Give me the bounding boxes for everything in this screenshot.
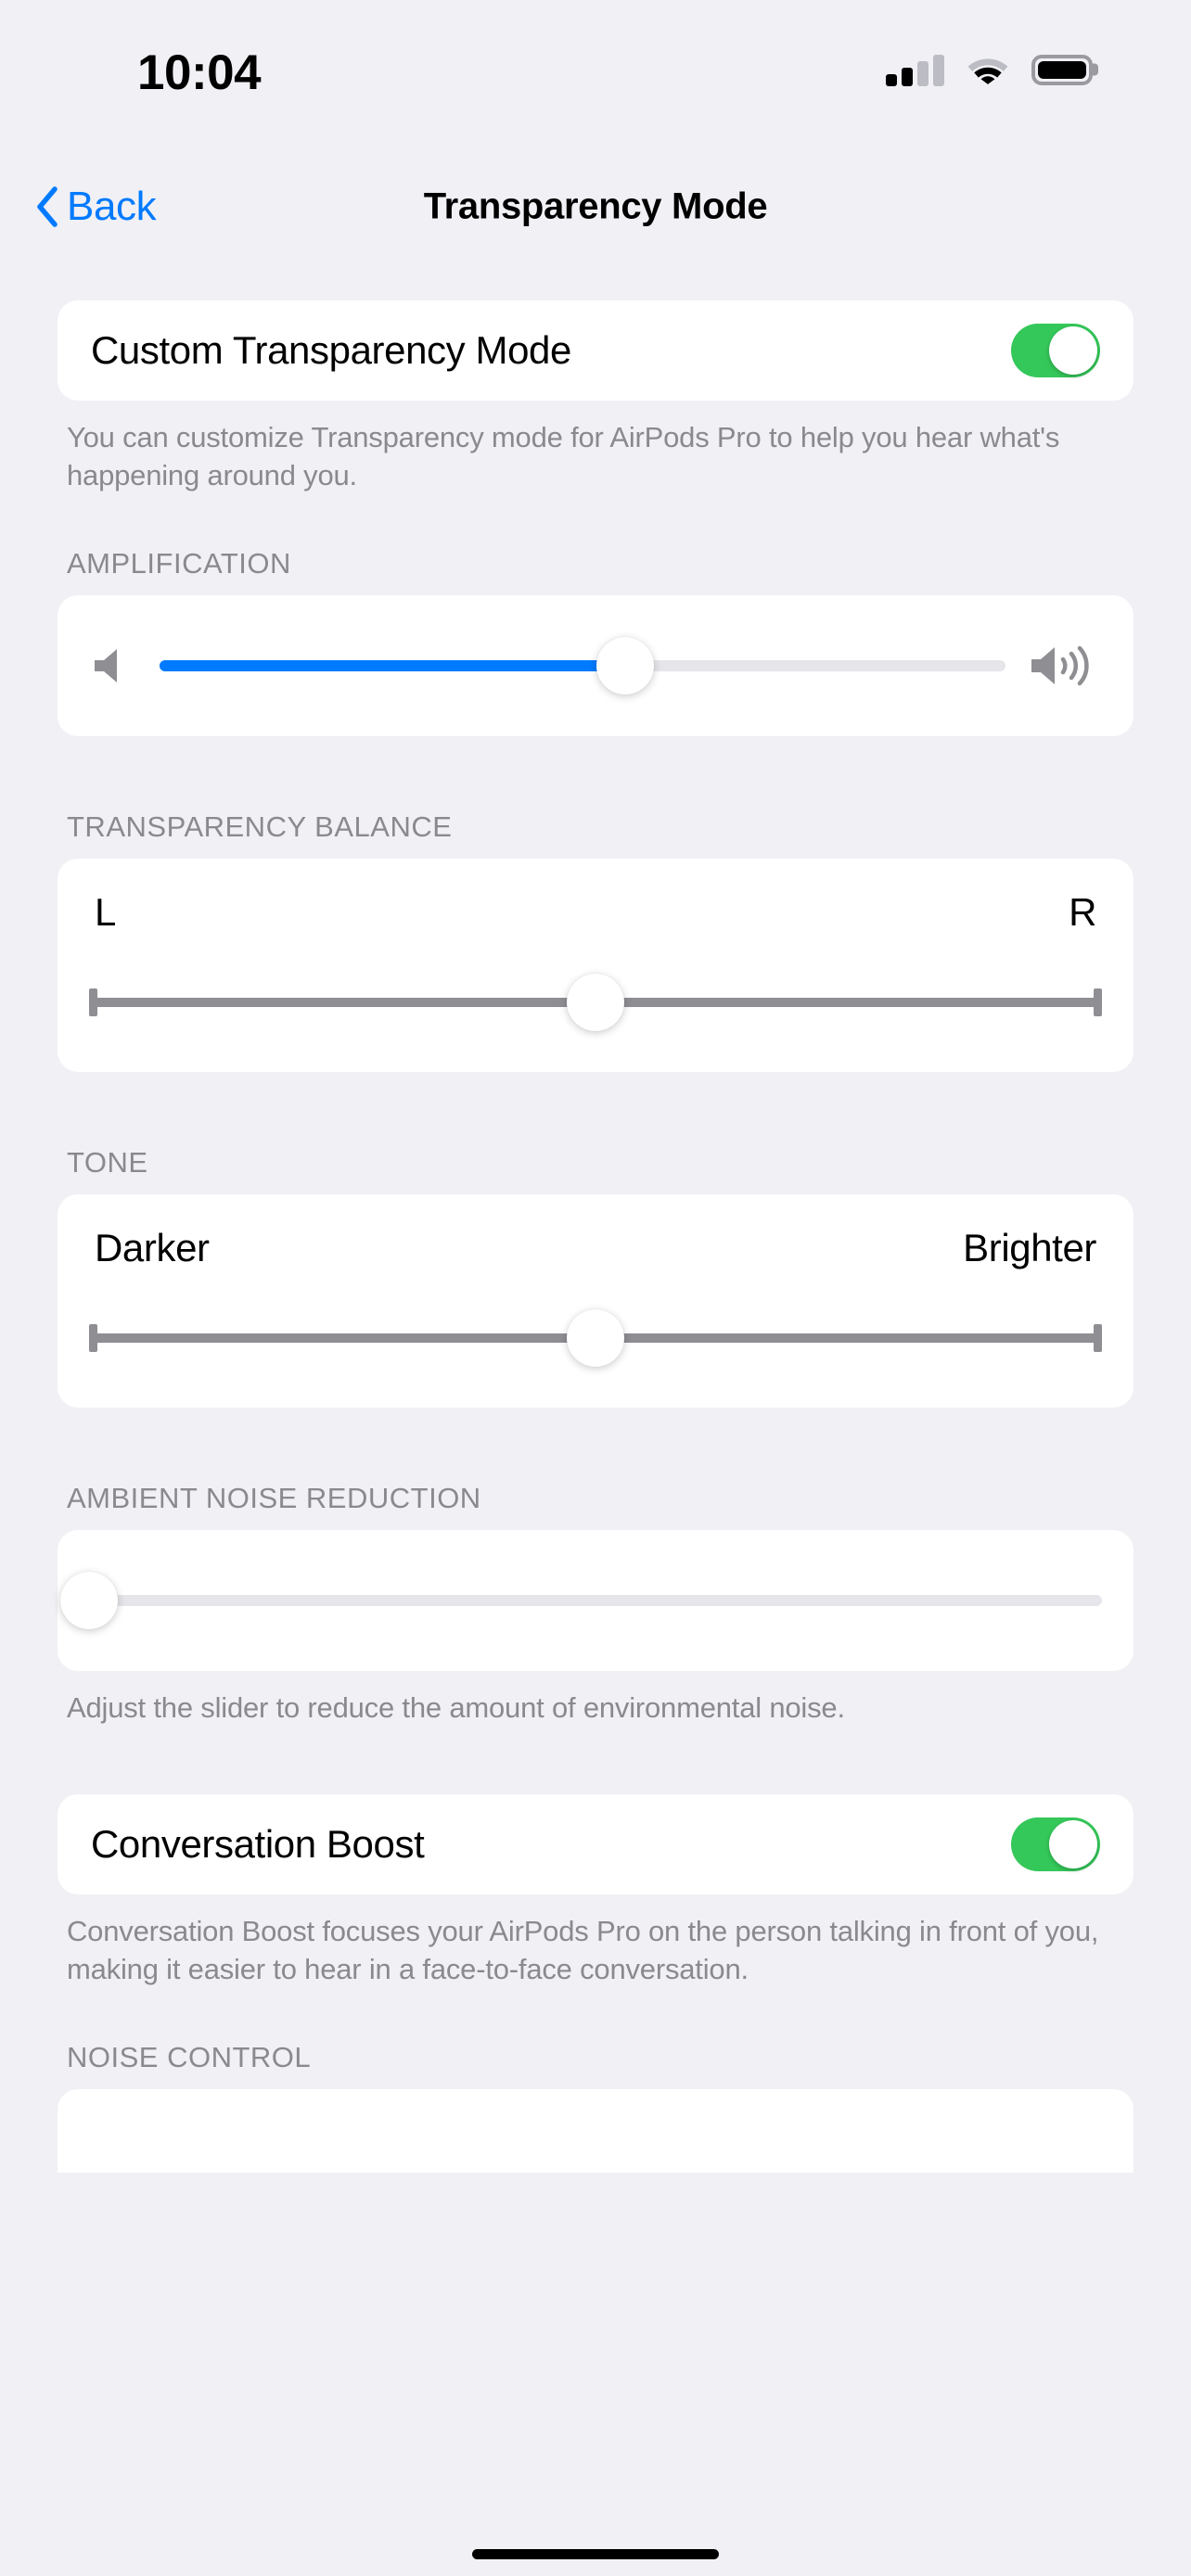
tone-card: Darker Brighter bbox=[58, 1193, 1133, 1408]
slider-thumb[interactable] bbox=[596, 636, 654, 695]
amplification-slider[interactable] bbox=[160, 636, 1005, 695]
toggle-knob bbox=[1049, 326, 1097, 375]
noise-control-header: NOISE CONTROL bbox=[67, 2040, 312, 2073]
slider-end-cap-right bbox=[1094, 988, 1102, 1016]
conversation-boost-toggle[interactable] bbox=[1011, 1817, 1100, 1871]
row-custom-transparency-mode[interactable]: Custom Transparency Mode bbox=[58, 300, 1133, 401]
navigation-bar: Back Transparency Mode bbox=[0, 156, 1191, 258]
transparency-balance-card: L R bbox=[58, 858, 1133, 1072]
speaker-high-icon bbox=[1031, 645, 1089, 686]
row-conversation-boost[interactable]: Conversation Boost bbox=[58, 1794, 1133, 1894]
transparency-balance-header: TRANSPARENCY BALANCE bbox=[67, 810, 453, 843]
balance-label-left: L bbox=[95, 889, 116, 934]
amplification-header: AMPLIFICATION bbox=[67, 546, 291, 580]
custom-transparency-mode-toggle[interactable] bbox=[1011, 324, 1100, 377]
home-indicator[interactable] bbox=[472, 2549, 719, 2559]
tone-label-right: Brighter bbox=[963, 1225, 1096, 1269]
slider-track bbox=[89, 1594, 1102, 1606]
status-bar-time: 10:04 bbox=[137, 45, 262, 100]
custom-transparency-mode-label: Custom Transparency Mode bbox=[91, 328, 571, 372]
conversation-boost-label: Conversation Boost bbox=[91, 1821, 425, 1866]
balance-label-right: R bbox=[1069, 889, 1096, 934]
slider-end-cap-right bbox=[1094, 1323, 1102, 1352]
transparency-balance-slider[interactable] bbox=[89, 973, 1102, 1031]
ambient-noise-reduction-slider[interactable] bbox=[60, 1571, 1102, 1629]
custom-transparency-card: Custom Transparency Mode bbox=[58, 300, 1133, 401]
toggle-knob bbox=[1049, 1819, 1097, 1868]
status-bar-indicators bbox=[886, 48, 1098, 91]
ambient-noise-reduction-footnote: Adjust the slider to reduce the amount o… bbox=[67, 1690, 845, 1724]
slider-thumb[interactable] bbox=[60, 1571, 118, 1629]
settings-content: Custom Transparency Mode You can customi… bbox=[0, 258, 1191, 2173]
page-title: Transparency Mode bbox=[423, 185, 768, 227]
tone-slider[interactable] bbox=[89, 1308, 1102, 1367]
ambient-noise-reduction-card bbox=[58, 1529, 1133, 1671]
amplification-card bbox=[58, 594, 1133, 736]
conversation-boost-card: Conversation Boost bbox=[58, 1793, 1133, 1894]
ambient-noise-reduction-header: AMBIENT NOISE REDUCTION bbox=[67, 1481, 481, 1514]
status-bar: 10:04 bbox=[0, 0, 1191, 156]
transparency-balance-labels: L R bbox=[89, 890, 1102, 935]
conversation-boost-footnote: Conversation Boost focuses your AirPods … bbox=[67, 1914, 1099, 1985]
custom-transparency-footnote: You can customize Transparency mode for … bbox=[67, 421, 1060, 491]
cellular-signal-icon bbox=[886, 53, 944, 86]
speaker-low-icon bbox=[95, 648, 117, 682]
wifi-icon bbox=[967, 58, 1008, 84]
slider-end-cap-left bbox=[89, 988, 97, 1016]
battery-icon bbox=[1031, 54, 1098, 85]
tone-header: TONE bbox=[67, 1145, 148, 1179]
tone-label-left: Darker bbox=[95, 1225, 210, 1269]
settings-screen: 10:04 Back Transparency Mode Custom Tran… bbox=[0, 0, 1191, 2576]
noise-control-card[interactable] bbox=[58, 2088, 1133, 2173]
slider-fill bbox=[160, 659, 625, 671]
slider-thumb[interactable] bbox=[567, 1308, 624, 1367]
tone-labels: Darker Brighter bbox=[89, 1226, 1102, 1270]
slider-thumb[interactable] bbox=[567, 973, 624, 1031]
slider-end-cap-left bbox=[89, 1323, 97, 1352]
